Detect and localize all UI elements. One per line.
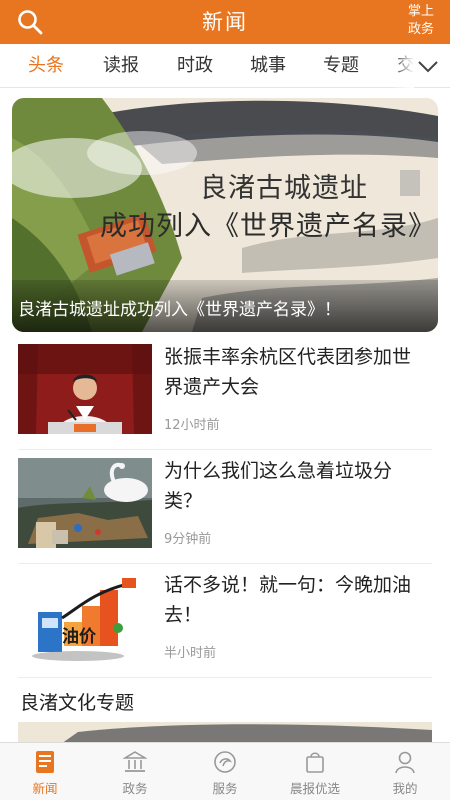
nav-news[interactable]: 新闻 — [0, 743, 90, 800]
nav-morning-picks-label: 晨报优选 — [289, 781, 340, 796]
news-time: 12小时前 — [164, 418, 220, 433]
nav-service-label: 服务 — [212, 781, 238, 796]
news-time: 9分钟前 — [164, 532, 212, 547]
service-icon — [214, 751, 236, 773]
banner-caption: 良渚古城遗址成功列入《世界遗产名录》！ — [18, 300, 341, 320]
banner-calligraphy-line1: 良渚古城遗址 — [200, 173, 368, 204]
section-title: 良渚文化专题 — [20, 692, 135, 714]
bottom-navigation: 新闻 政务 服务 晨报优选 我的 — [0, 742, 450, 800]
news-headline: 话不多说！就一句：今晚加油去！ — [164, 574, 412, 626]
government-building-icon — [123, 751, 147, 772]
news-time: 半小时前 — [164, 646, 217, 661]
tab-headlines[interactable]: 头条 — [28, 44, 64, 88]
news-item[interactable]: 为什么我们这么急着垃圾分类？ 9分钟前 — [18, 450, 432, 564]
newspaper-icon — [36, 751, 54, 773]
shopping-bag-icon — [306, 752, 324, 773]
nav-morning-picks[interactable]: 晨报优选 — [270, 743, 360, 800]
news-headline: 为什么我们这么急着垃圾分类？ — [164, 460, 393, 512]
news-item[interactable]: 张振丰率余杭区代表团参加世界遗产大会 12小时前 — [18, 336, 432, 450]
nav-profile[interactable]: 我的 — [360, 743, 450, 800]
nav-service[interactable]: 服务 — [180, 743, 270, 800]
app-header: 新闻 掌上政务 — [0, 0, 450, 44]
page-title: 新闻 — [202, 10, 248, 34]
nav-profile-label: 我的 — [392, 781, 418, 796]
headline-banner[interactable]: 良渚古城遗址 成功列入《世界遗产名录》 良渚古城遗址成功列入《世界遗产名录》！ — [12, 98, 438, 332]
mobile-government-button[interactable]: 掌上政务 — [404, 3, 438, 39]
banner-calligraphy-line2: 成功列入《世界遗产名录》 — [100, 211, 436, 242]
tab-read-paper[interactable]: 读报 — [103, 44, 139, 88]
tab-city[interactable]: 城事 — [250, 44, 286, 88]
tab-politics[interactable]: 时政 — [177, 44, 213, 88]
news-thumbnail — [18, 572, 152, 662]
news-item[interactable]: 话不多说！就一句：今晚加油去！ 半小时前 油价 — [18, 564, 432, 678]
news-headline: 张振丰率余杭区代表团参加世界遗产大会 — [164, 346, 412, 398]
news-thumbnail — [18, 458, 152, 548]
tabs-fade — [392, 44, 414, 88]
news-thumbnail — [18, 344, 152, 434]
nav-government-label: 政务 — [122, 781, 148, 796]
chevron-down-icon[interactable] — [416, 56, 440, 76]
thumbnail-label: 油价 — [62, 627, 96, 647]
tab-special[interactable]: 专题 — [323, 44, 359, 88]
category-tabs: 头条 读报 时政 城事 专题 交 — [0, 44, 450, 88]
user-icon — [395, 751, 415, 774]
nav-news-label: 新闻 — [32, 781, 58, 796]
nav-government[interactable]: 政务 — [90, 743, 180, 800]
